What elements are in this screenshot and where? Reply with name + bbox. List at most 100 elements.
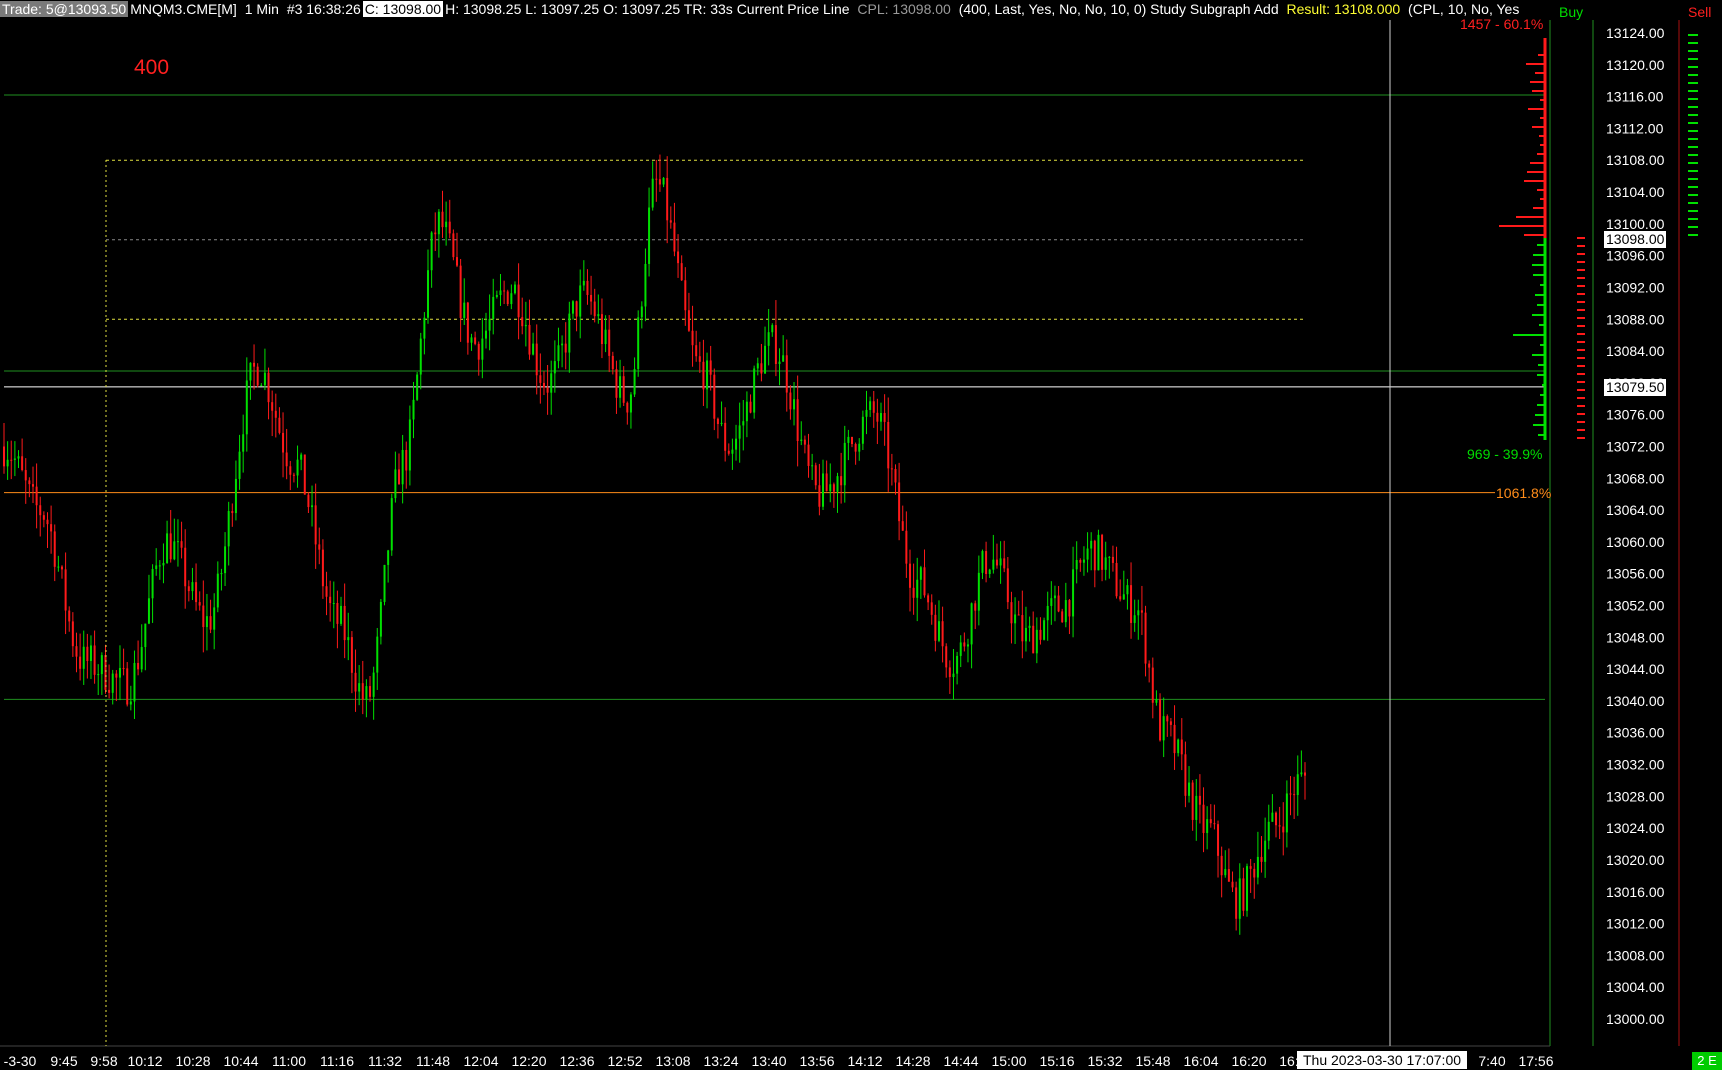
candle-body-144 bbox=[524, 324, 527, 327]
candle-body-106 bbox=[387, 550, 390, 565]
candle-body-327 bbox=[1188, 782, 1191, 796]
candle-body-84 bbox=[307, 494, 310, 508]
candle-body-150 bbox=[546, 387, 549, 393]
candle-body-68 bbox=[249, 362, 252, 381]
candle-body-336 bbox=[1220, 855, 1223, 876]
candle-body-44 bbox=[162, 563, 165, 566]
candle-body-7 bbox=[28, 480, 31, 485]
candle-body-90 bbox=[329, 596, 332, 604]
candle-body-33 bbox=[122, 667, 125, 669]
chart-lines bbox=[4, 94, 1545, 700]
candle-body-290 bbox=[1053, 595, 1056, 599]
candle-body-251 bbox=[912, 587, 915, 598]
y-tick-13084: 13084.00 bbox=[1606, 343, 1665, 359]
bar-info: #3 16:38:26 bbox=[286, 1, 361, 17]
candle-body-105 bbox=[383, 564, 386, 602]
candle-body-342 bbox=[1242, 878, 1245, 911]
candle-body-123 bbox=[448, 221, 451, 234]
candle-body-43 bbox=[158, 565, 161, 567]
candle-body-171 bbox=[622, 376, 625, 403]
candle-body-322 bbox=[1169, 721, 1172, 725]
candle-body-263 bbox=[956, 655, 959, 674]
candle-body-354 bbox=[1285, 793, 1288, 833]
candle-body-220 bbox=[800, 439, 803, 441]
candle-body-17 bbox=[64, 569, 67, 611]
y-tick-13012: 13012.00 bbox=[1606, 916, 1665, 932]
candle-body-297 bbox=[1079, 559, 1082, 563]
candle-body-63 bbox=[231, 511, 234, 514]
candle-body-125 bbox=[455, 257, 458, 266]
y-tick-13000: 13000.00 bbox=[1606, 1011, 1665, 1027]
candle-body-358 bbox=[1300, 772, 1303, 775]
candle-body-65 bbox=[238, 451, 241, 479]
candle-body-323 bbox=[1173, 724, 1176, 754]
candle-body-147 bbox=[535, 343, 538, 376]
candle-body-275 bbox=[999, 558, 1002, 566]
candle-body-141 bbox=[513, 284, 516, 294]
candle-body-11 bbox=[42, 515, 45, 520]
candle-body-48 bbox=[176, 541, 179, 543]
candle-body-180 bbox=[655, 178, 658, 180]
candle-body-35 bbox=[129, 701, 132, 705]
result-label: Result: 13108.000 bbox=[1286, 1, 1401, 17]
corner-indicator[interactable]: 2 E bbox=[1692, 1052, 1722, 1070]
candle-body-168 bbox=[611, 355, 614, 370]
y-tick-13112: 13112.00 bbox=[1606, 120, 1664, 136]
candle-body-14 bbox=[53, 531, 56, 567]
candle-body-146 bbox=[532, 343, 535, 355]
candle-body-155 bbox=[564, 343, 567, 353]
candle-body-136 bbox=[495, 295, 498, 297]
y-tick-13032: 13032.00 bbox=[1606, 757, 1665, 773]
candle-body-341 bbox=[1238, 878, 1241, 919]
candle-body-160 bbox=[582, 280, 585, 286]
y-tick-13008: 13008.00 bbox=[1606, 947, 1665, 963]
candle-body-291 bbox=[1057, 595, 1060, 612]
x-tick-7: 11:16 bbox=[320, 1053, 354, 1069]
candle-body-208 bbox=[756, 363, 759, 369]
candle-body-201 bbox=[731, 449, 734, 454]
candle-body-71 bbox=[260, 385, 263, 387]
sell-button[interactable]: Sell bbox=[1688, 4, 1711, 20]
candle-body-126 bbox=[459, 265, 462, 318]
candle-body-284 bbox=[1032, 625, 1035, 654]
candle-body-351 bbox=[1275, 812, 1278, 826]
candle-body-226 bbox=[822, 473, 825, 507]
y-tick-13096: 13096.00 bbox=[1606, 248, 1665, 264]
x-tick-28: 7:40 bbox=[1478, 1053, 1505, 1069]
candle-body-276 bbox=[1003, 558, 1006, 569]
price-chart[interactable]: 13124.00 13120.00 13116.00 13112.00 13108.00… bbox=[0, 0, 1722, 1070]
buy-button[interactable]: Buy bbox=[1559, 4, 1583, 20]
y-tick-13108: 13108.00 bbox=[1606, 152, 1665, 168]
candle-body-161 bbox=[586, 280, 589, 295]
candle-body-129 bbox=[470, 337, 473, 343]
candle-body-143 bbox=[521, 317, 524, 327]
candle-body-115 bbox=[419, 338, 422, 375]
candle-body-248 bbox=[901, 521, 904, 531]
candle-body-157 bbox=[571, 301, 574, 314]
candle-body-85 bbox=[311, 505, 314, 508]
y-tick-13036: 13036.00 bbox=[1606, 725, 1665, 741]
candle-body-187 bbox=[680, 263, 683, 281]
candle-body-179 bbox=[651, 178, 654, 208]
candle-body-58 bbox=[213, 607, 216, 630]
candle-body-236 bbox=[858, 443, 861, 452]
candle-body-195 bbox=[709, 360, 712, 375]
candle-body-212 bbox=[771, 325, 774, 333]
candle-body-350 bbox=[1271, 812, 1274, 822]
candle-body-73 bbox=[267, 372, 270, 403]
candle-body-102 bbox=[372, 672, 375, 697]
x-tick-15: 13:24 bbox=[703, 1053, 738, 1069]
candle-body-148 bbox=[539, 375, 542, 383]
symbol-label[interactable]: MNQM3.CME[M] bbox=[128, 1, 239, 17]
candle-body-31 bbox=[115, 673, 118, 678]
candle-body-288 bbox=[1046, 605, 1049, 621]
candle-body-19 bbox=[71, 621, 74, 647]
candle-body-355 bbox=[1289, 793, 1292, 795]
y-tick-13020: 13020.00 bbox=[1606, 852, 1665, 868]
y-axis-labels: 13124.00 13120.00 13116.00 13112.00 13108.00… bbox=[1606, 25, 1665, 1027]
interval-label[interactable]: 1 Min bbox=[243, 1, 281, 17]
candle-body-308 bbox=[1119, 596, 1122, 600]
x-tick-21: 15:00 bbox=[991, 1053, 1026, 1069]
candle-body-244 bbox=[887, 421, 890, 469]
candle-body-79 bbox=[289, 466, 292, 475]
